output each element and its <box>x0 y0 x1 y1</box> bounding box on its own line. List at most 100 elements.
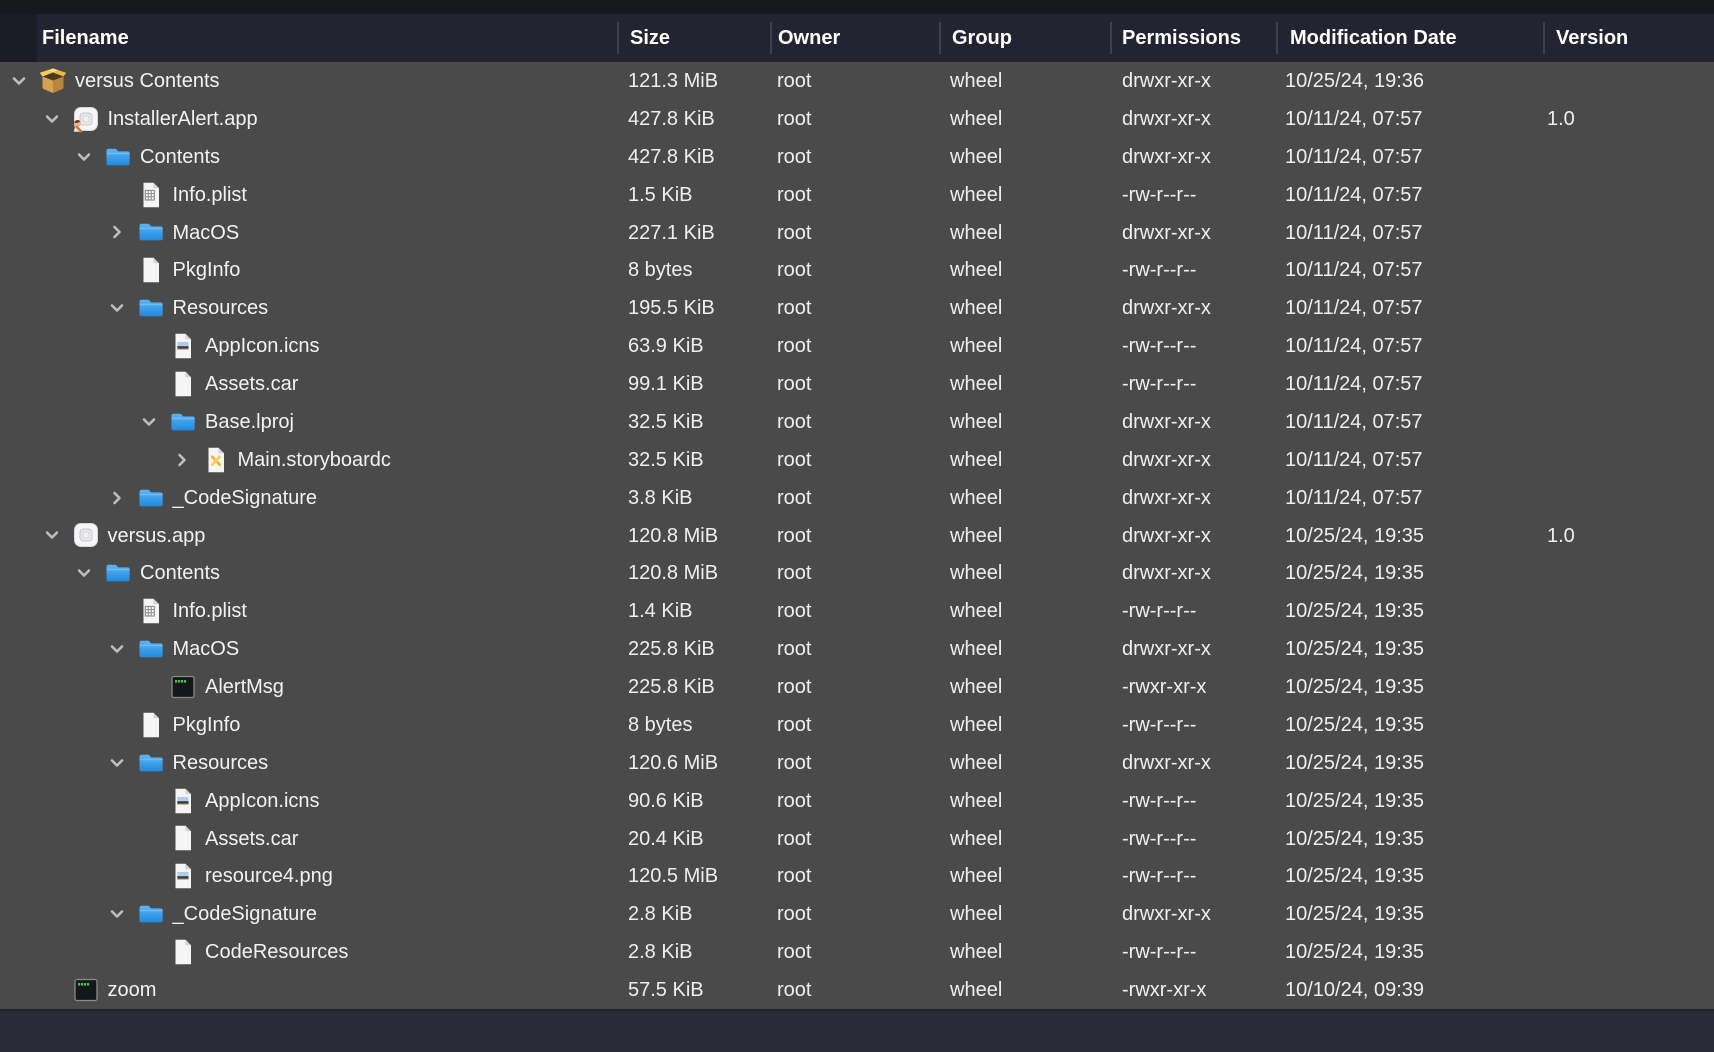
table-row[interactable]: AlertMsg 225.8 KiB root wheel -rwxr-xr-x… <box>0 668 1714 706</box>
version-cell: 1.0 <box>1547 517 1575 555</box>
table-row[interactable]: Resources 195.5 KiB root wheel drwxr-xr-… <box>0 289 1714 327</box>
filename-label: MacOS <box>173 214 240 252</box>
chevron-right-icon[interactable] <box>172 450 192 470</box>
table-row[interactable]: MacOS 227.1 KiB root wheel drwxr-xr-x 10… <box>0 214 1714 252</box>
permissions-cell: drwxr-xr-x <box>1122 554 1211 592</box>
filename-label: resource4.png <box>205 857 333 895</box>
table-row[interactable]: CodeResources 2.8 KiB root wheel -rw-r--… <box>0 933 1714 971</box>
table-row[interactable]: Base.lproj 32.5 KiB root wheel drwxr-xr-… <box>0 403 1714 441</box>
group-cell: wheel <box>950 630 1002 668</box>
permissions-cell: drwxr-xr-x <box>1122 289 1211 327</box>
column-resize-handle[interactable] <box>939 22 941 54</box>
modified-cell: 10/11/24, 07:57 <box>1285 251 1423 289</box>
column-header-modification-date[interactable]: Modification Date <box>1290 14 1457 62</box>
filename-label: versus.app <box>108 517 206 555</box>
modified-cell: 10/11/24, 07:57 <box>1285 100 1423 138</box>
group-cell: wheel <box>950 62 1002 100</box>
size-cell: 32.5 KiB <box>628 441 704 479</box>
group-cell: wheel <box>950 782 1002 820</box>
chevron-down-icon[interactable] <box>74 563 94 583</box>
size-cell: 8 bytes <box>628 251 692 289</box>
owner-cell: root <box>777 327 811 365</box>
modified-cell: 10/25/24, 19:35 <box>1285 554 1424 592</box>
size-cell: 99.1 KiB <box>628 365 704 403</box>
size-cell: 3.8 KiB <box>628 479 692 517</box>
chevron-down-icon[interactable] <box>107 753 127 773</box>
table-row[interactable]: PkgInfo 8 bytes root wheel -rw-r--r-- 10… <box>0 251 1714 289</box>
column-header-permissions[interactable]: Permissions <box>1122 14 1241 62</box>
version-cell: 1.0 <box>1547 100 1575 138</box>
group-cell: wheel <box>950 403 1002 441</box>
column-resize-handle[interactable] <box>1543 22 1545 54</box>
chevron-down-icon[interactable] <box>139 412 159 432</box>
owner-cell: root <box>777 744 811 782</box>
column-header-filename[interactable]: Filename <box>42 14 129 62</box>
group-cell: wheel <box>950 857 1002 895</box>
chevron-down-icon[interactable] <box>42 525 62 545</box>
column-header-owner[interactable]: Owner <box>778 14 840 62</box>
table-row[interactable]: AppIcon.icns 90.6 KiB root wheel -rw-r--… <box>0 782 1714 820</box>
owner-cell: root <box>777 971 811 1009</box>
chevron-down-icon[interactable] <box>74 147 94 167</box>
image-icon <box>169 332 197 360</box>
chevron-right-icon[interactable] <box>107 222 127 242</box>
column-header-size[interactable]: Size <box>630 14 670 62</box>
column-resize-handle[interactable] <box>1276 22 1278 54</box>
table-row[interactable]: Main.storyboardc 32.5 KiB root wheel drw… <box>0 441 1714 479</box>
chevron-down-icon[interactable] <box>107 639 127 659</box>
table-row[interactable]: Assets.car 20.4 KiB root wheel -rw-r--r-… <box>0 820 1714 858</box>
group-cell: wheel <box>950 820 1002 858</box>
group-cell: wheel <box>950 971 1002 1009</box>
filename-label: InstallerAlert.app <box>108 100 258 138</box>
table-row[interactable]: resource4.png 120.5 MiB root wheel -rw-r… <box>0 857 1714 895</box>
group-cell: wheel <box>950 289 1002 327</box>
table-header: Filename Size Owner Group Permissions Mo… <box>0 14 1714 62</box>
group-cell: wheel <box>950 668 1002 706</box>
permissions-cell: drwxr-xr-x <box>1122 214 1211 252</box>
modified-cell: 10/11/24, 07:57 <box>1285 176 1423 214</box>
size-cell: 1.4 KiB <box>628 592 692 630</box>
table-row[interactable]: AppIcon.icns 63.9 KiB root wheel -rw-r--… <box>0 327 1714 365</box>
column-header-version[interactable]: Version <box>1556 14 1628 62</box>
table-row[interactable]: _CodeSignature 2.8 KiB root wheel drwxr-… <box>0 895 1714 933</box>
chevron-down-icon[interactable] <box>107 298 127 318</box>
table-row[interactable]: MacOS 225.8 KiB root wheel drwxr-xr-x 10… <box>0 630 1714 668</box>
table-row[interactable]: Contents 427.8 KiB root wheel drwxr-xr-x… <box>0 138 1714 176</box>
group-cell: wheel <box>950 138 1002 176</box>
column-resize-handle[interactable] <box>770 22 772 54</box>
owner-cell: root <box>777 782 811 820</box>
filename-label: Resources <box>173 289 269 327</box>
table-row[interactable]: PkgInfo 8 bytes root wheel -rw-r--r-- 10… <box>0 706 1714 744</box>
table-row[interactable]: Info.plist 1.5 KiB root wheel -rw-r--r--… <box>0 176 1714 214</box>
window-top-strip <box>0 0 1714 14</box>
permissions-cell: -rw-r--r-- <box>1122 176 1196 214</box>
folder-icon <box>137 900 165 928</box>
column-header-group[interactable]: Group <box>952 14 1012 62</box>
permissions-cell: drwxr-xr-x <box>1122 441 1211 479</box>
owner-cell: root <box>777 100 811 138</box>
permissions-cell: drwxr-xr-x <box>1122 138 1211 176</box>
size-cell: 1.5 KiB <box>628 176 692 214</box>
table-row[interactable]: Assets.car 99.1 KiB root wheel -rw-r--r-… <box>0 365 1714 403</box>
group-cell: wheel <box>950 327 1002 365</box>
owner-cell: root <box>777 62 811 100</box>
table-row[interactable]: Contents 120.8 MiB root wheel drwxr-xr-x… <box>0 554 1714 592</box>
owner-cell: root <box>777 592 811 630</box>
filename-label: Info.plist <box>173 176 247 214</box>
column-resize-handle[interactable] <box>1110 22 1112 54</box>
doc-icon <box>137 256 165 284</box>
chevron-right-icon[interactable] <box>107 488 127 508</box>
table-row[interactable]: _CodeSignature 3.8 KiB root wheel drwxr-… <box>0 479 1714 517</box>
filename-label: Info.plist <box>173 592 247 630</box>
chevron-down-icon[interactable] <box>9 71 29 91</box>
table-row[interactable]: versus Contents 121.3 MiB root wheel drw… <box>0 62 1714 100</box>
chevron-down-icon[interactable] <box>42 109 62 129</box>
table-row[interactable]: zoom 57.5 KiB root wheel -rwxr-xr-x 10/1… <box>0 971 1714 1009</box>
permissions-cell: -rw-r--r-- <box>1122 365 1196 403</box>
table-row[interactable]: Resources 120.6 MiB root wheel drwxr-xr-… <box>0 744 1714 782</box>
table-row[interactable]: versus.app 120.8 MiB root wheel drwxr-xr… <box>0 517 1714 555</box>
column-resize-handle[interactable] <box>617 22 619 54</box>
table-row[interactable]: Info.plist 1.4 KiB root wheel -rw-r--r--… <box>0 592 1714 630</box>
table-row[interactable]: InstallerAlert.app 427.8 KiB root wheel … <box>0 100 1714 138</box>
chevron-down-icon[interactable] <box>107 904 127 924</box>
